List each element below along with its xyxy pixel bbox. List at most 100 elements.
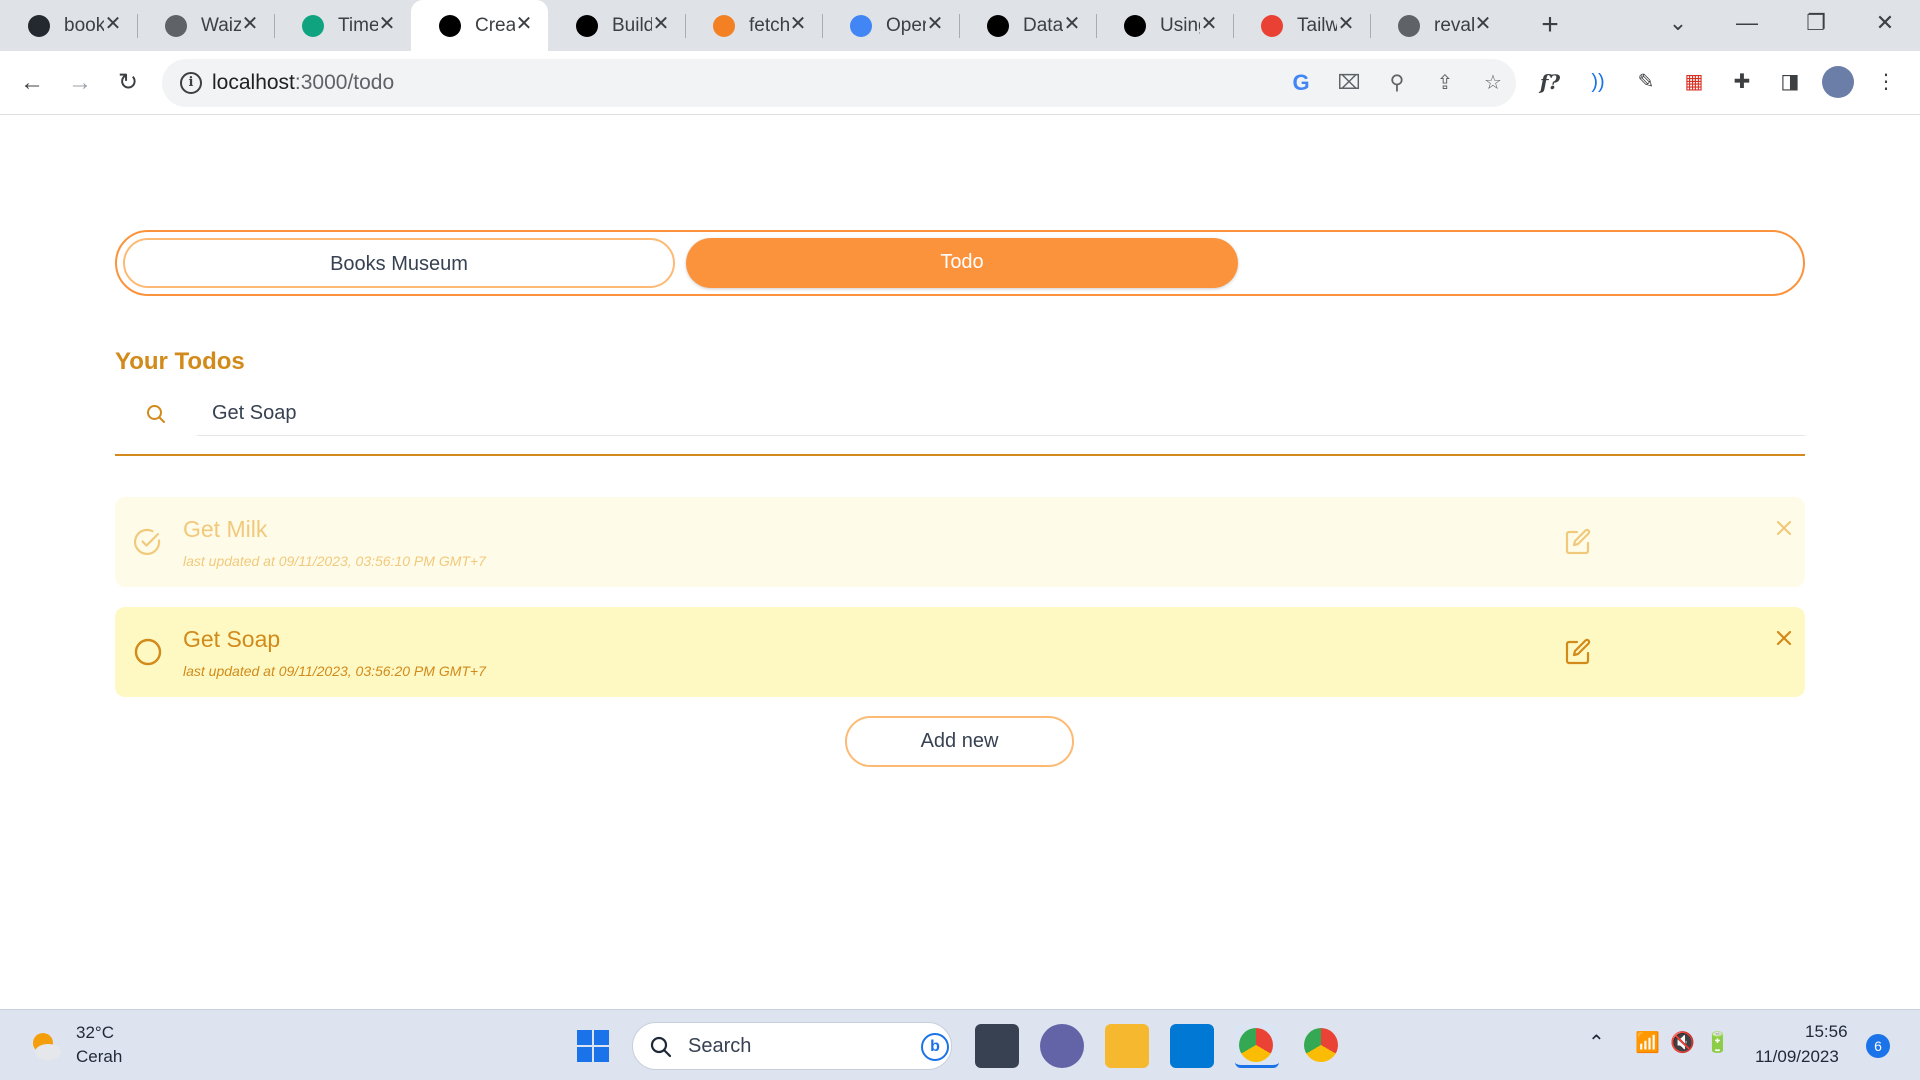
vscode-icon[interactable] [1170, 1024, 1214, 1068]
close-tab-icon[interactable]: ✕ [1336, 14, 1356, 34]
clock-date[interactable]: 11/09/2023 [1755, 1047, 1839, 1067]
reload-button[interactable]: ↻ [110, 65, 146, 101]
extensions-puzzle-icon[interactable]: ✚ [1725, 65, 1759, 99]
browser-tab[interactable]: Creat✕ [411, 0, 548, 51]
translate-icon[interactable]: ⌧ [1335, 69, 1363, 97]
app-nav: Books Museum Todo [115, 230, 1805, 296]
browser-tab[interactable]: fetch ✕ [685, 0, 822, 51]
globe-icon [165, 14, 187, 37]
todo-item-get-soap[interactable]: Get Soap last updated at 09/11/2023, 03:… [115, 607, 1805, 697]
todo-timestamp: last updated at 09/11/2023, 03:56:20 PM … [183, 663, 486, 679]
task-view-icon[interactable] [975, 1024, 1019, 1068]
read-aloud-extension-icon[interactable]: )) [1581, 65, 1615, 99]
chrome-taskbar-icon-active[interactable] [1235, 1024, 1279, 1068]
chrome-menu-icon[interactable]: ⋮ [1869, 65, 1903, 99]
zoom-icon[interactable]: ⚲ [1383, 69, 1411, 97]
close-tab-icon[interactable]: ✕ [1062, 14, 1082, 34]
browser-tab[interactable]: Data ✕ [959, 0, 1096, 51]
back-button[interactable]: ← [14, 65, 50, 101]
minimize-button[interactable]: — [1727, 8, 1767, 38]
close-icon[interactable] [1773, 517, 1795, 539]
vercel-icon [439, 14, 461, 37]
browser-tab[interactable]: Time ✕ [274, 0, 411, 51]
browser-tab[interactable]: Using✕ [1096, 0, 1233, 51]
close-tab-icon[interactable]: ✕ [1199, 14, 1219, 34]
divider [115, 454, 1805, 456]
tab-strip: book✕Waiz✕Time✕Creat✕Build✕fetch✕Oper✕Da… [0, 0, 1920, 51]
browser-tab[interactable]: Build ✕ [548, 0, 685, 51]
close-icon[interactable] [1773, 627, 1795, 649]
todo-page: Books Museum Todo Your Todos Get Milk la… [0, 116, 1920, 1009]
site-info-icon[interactable]: i [180, 72, 202, 94]
todo-title: Get Soap [183, 626, 281, 652]
taskbar-search[interactable]: Search b [632, 1022, 952, 1070]
profile-avatar[interactable] [1821, 65, 1855, 99]
notification-badge[interactable]: 6 [1866, 1034, 1890, 1058]
nextjs-icon [987, 14, 1009, 37]
close-tab-icon[interactable]: ✕ [377, 14, 397, 34]
browser-tab[interactable]: Waiz ✕ [137, 0, 274, 51]
todo-item-get-milk[interactable]: Get Milk last updated at 09/11/2023, 03:… [115, 497, 1805, 587]
share-icon[interactable]: ⇪ [1431, 69, 1459, 97]
tab-title: Time [338, 14, 378, 36]
tab-title: Using [1160, 14, 1200, 36]
clock-time[interactable]: 15:56 [1805, 1022, 1848, 1042]
volume-muted-icon[interactable]: 🔇 [1670, 1030, 1695, 1055]
add-new-button[interactable]: Add new [845, 716, 1074, 767]
chatgpt-icon [302, 14, 324, 37]
wifi-icon[interactable]: 📶 [1635, 1030, 1660, 1055]
forward-button[interactable]: → [62, 65, 98, 101]
bing-icon[interactable]: b [921, 1033, 949, 1061]
teams-icon[interactable] [1040, 1024, 1084, 1068]
browser-tab[interactable]: book ✕ [0, 0, 137, 51]
nav-tab-todo[interactable]: Todo [686, 238, 1238, 288]
close-tab-icon[interactable]: ✕ [514, 14, 534, 34]
edit-icon[interactable] [1563, 527, 1593, 557]
check-circle-icon[interactable] [133, 527, 163, 557]
taskbar-search-placeholder: Search [688, 1035, 752, 1057]
tab-title: fetch [749, 14, 789, 36]
weather-icon[interactable] [28, 1028, 64, 1064]
search-input[interactable] [197, 392, 1805, 436]
color-picker-extension-icon[interactable]: ✎ [1629, 65, 1663, 99]
bookmark-star-icon[interactable]: ☆ [1479, 69, 1507, 97]
url-text[interactable]: localhost:3000/todo [212, 71, 394, 95]
browser-tab[interactable]: reval ✕ [1370, 0, 1507, 51]
close-tab-icon[interactable]: ✕ [651, 14, 671, 34]
google-lens-icon[interactable]: G [1287, 69, 1315, 97]
url-host: localhost [212, 71, 295, 94]
address-bar[interactable]: i localhost:3000/todo G ⌧ ⚲ ⇪ ☆ [162, 59, 1516, 107]
close-tab-icon[interactable]: ✕ [240, 14, 260, 34]
battery-icon[interactable]: 🔋 [1705, 1030, 1730, 1055]
nav-tab-books-museum[interactable]: Books Museum [123, 238, 675, 288]
tab-search-icon[interactable]: ⌄ [1658, 8, 1698, 38]
grid-extension-icon[interactable]: ▦ [1677, 65, 1711, 99]
browser-toolbar: ← → ↻ i localhost:3000/todo G ⌧ ⚲ ⇪ ☆ f?… [0, 51, 1920, 115]
todo-timestamp: last updated at 09/11/2023, 03:56:10 PM … [183, 553, 486, 569]
windows-start-icon[interactable] [575, 1028, 611, 1064]
github-icon [28, 14, 50, 37]
browser-tab[interactable]: Tailw ✕ [1233, 0, 1370, 51]
chevron-up-icon[interactable]: ⌃ [1588, 1030, 1605, 1055]
tab-title: Creat [475, 14, 515, 36]
tab-title: Build [612, 14, 652, 36]
todo-title: Get Milk [183, 516, 268, 542]
tab-title: Data [1023, 14, 1063, 36]
browser-tab[interactable]: Oper ✕ [822, 0, 959, 51]
chrome-taskbar-icon[interactable] [1300, 1024, 1344, 1068]
edit-icon[interactable] [1563, 637, 1593, 667]
weather-condition[interactable]: Cerah [76, 1047, 122, 1067]
weather-temperature[interactable]: 32°C [76, 1023, 114, 1043]
close-window-button[interactable]: ✕ [1865, 8, 1905, 38]
file-explorer-icon[interactable] [1105, 1024, 1149, 1068]
restore-button[interactable]: ❐ [1796, 8, 1836, 38]
close-tab-icon[interactable]: ✕ [1473, 14, 1493, 34]
close-tab-icon[interactable]: ✕ [925, 14, 945, 34]
tab-title: Oper [886, 14, 926, 36]
close-tab-icon[interactable]: ✕ [103, 14, 123, 34]
side-panel-icon[interactable]: ◨ [1773, 65, 1807, 99]
circle-icon[interactable] [133, 637, 163, 667]
fx-extension-icon[interactable]: f? [1533, 65, 1567, 99]
new-tab-button[interactable]: + [1535, 8, 1565, 42]
close-tab-icon[interactable]: ✕ [788, 14, 808, 34]
